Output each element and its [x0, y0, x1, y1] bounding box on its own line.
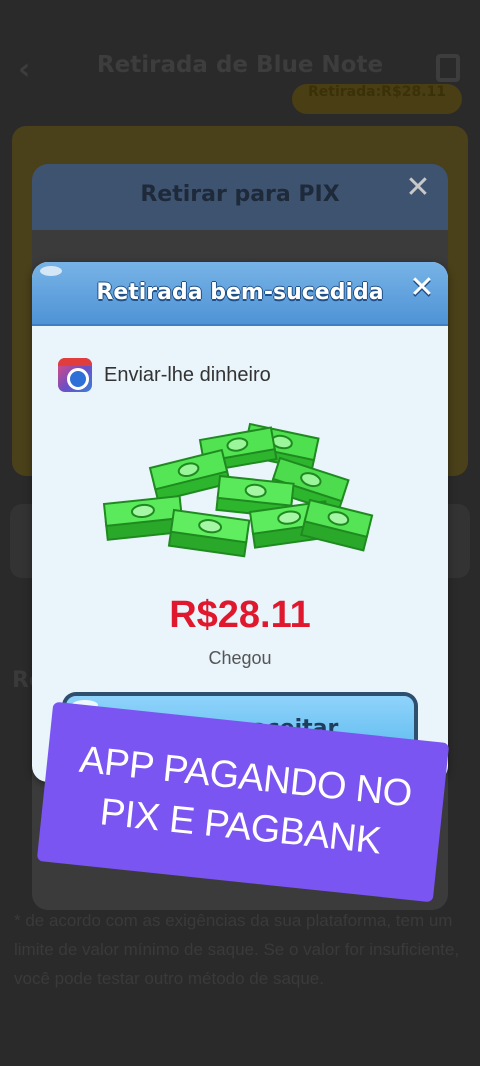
- cash-stack-icon: [102, 422, 374, 558]
- page-title: Retirada de Blue Note: [96, 52, 384, 78]
- success-modal-header: Retirada bem-sucedida ✕: [32, 262, 448, 326]
- withdraw-amount-badge: Retirada:R$28.11: [292, 84, 462, 114]
- pix-modal-title: Retirar para PIX: [140, 182, 340, 207]
- success-modal-title: Retirada bem-sucedida: [96, 280, 384, 305]
- pix-modal-header: Retirar para PIX ✕: [32, 164, 448, 230]
- withdraw-amount: R$28.11: [169, 594, 311, 636]
- header-shine: [40, 266, 62, 276]
- close-icon[interactable]: ✕: [406, 272, 438, 304]
- app-row: Enviar-lhe dinheiro: [58, 358, 271, 392]
- withdraw-note: * de acordo com as exigências da sua pla…: [14, 911, 460, 988]
- clipboard-icon[interactable]: [436, 54, 460, 82]
- status-text: Chegou: [208, 648, 272, 668]
- promo-text: APP PAGANDO NO PIX E PAGBANK: [77, 738, 414, 863]
- app-label: Enviar-lhe dinheiro: [104, 363, 271, 386]
- success-modal: Retirada bem-sucedida ✕ Enviar-lhe dinhe…: [32, 262, 448, 782]
- app-icon: [58, 358, 92, 392]
- close-icon[interactable]: ✕: [402, 172, 434, 204]
